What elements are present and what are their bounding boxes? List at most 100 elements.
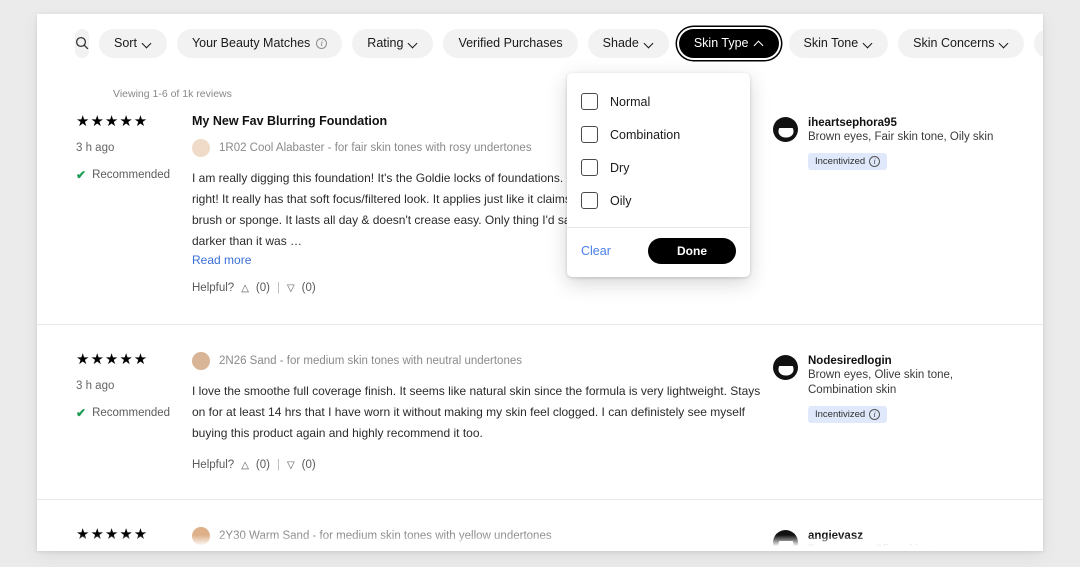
- shade-swatch: [192, 139, 210, 157]
- option-label: Oily: [610, 193, 632, 208]
- thumb-down-icon[interactable]: ▽: [287, 460, 295, 471]
- reviewer-row: Nodesiredlogin Brown eyes, Olive skin ton…: [773, 355, 1002, 423]
- checkbox-icon[interactable]: [581, 159, 598, 176]
- rating-filter[interactable]: Rating: [352, 28, 434, 58]
- verified-purchases-filter-label: Verified Purchases: [458, 35, 563, 50]
- avatar: [773, 530, 798, 551]
- review-body-column: 2Y30 Warm Sand - for medium skin tones w…: [192, 522, 772, 551]
- review-time: 3 h ago: [76, 379, 115, 392]
- reviewer-text: Nodesiredlogin Brown eyes, Olive skin ton…: [808, 355, 1002, 423]
- shade-filter[interactable]: Shade: [587, 28, 669, 58]
- option-label: Combination: [610, 127, 681, 142]
- info-icon[interactable]: i: [869, 409, 881, 420]
- skin-type-dropdown: Normal Combination Dry Oily Clear Done: [567, 73, 750, 277]
- avatar: [773, 355, 798, 380]
- search-icon: [75, 36, 89, 50]
- review-item: ★★★★★4 h ago✔Recommended 2Y30 Warm Sand -…: [37, 499, 1043, 551]
- shade-swatch: [192, 352, 210, 370]
- review-meta: ★★★★★ 3 h ago ✔ Recommended: [37, 347, 192, 471]
- review-item: ★★★★★ 3 h ago ✔ Recommended My New Fav Blurr…: [37, 102, 1043, 324]
- incentivized-label: Incentivized: [815, 409, 866, 420]
- check-icon: ✔: [76, 405, 87, 420]
- review-time: 3 h ago: [76, 141, 115, 154]
- skin-type-option-oily[interactable]: Oily: [567, 184, 750, 217]
- incentivized-label: Incentivized: [815, 156, 866, 167]
- reviewer-info: Nodesiredlogin Brown eyes, Olive skin ton…: [772, 347, 1002, 471]
- skin-concerns-filter-label: Skin Concerns: [913, 35, 995, 50]
- reviews-list: ★★★★★ 3 h ago ✔ Recommended My New Fav Blurr…: [37, 102, 1043, 551]
- thumb-up-icon[interactable]: △: [241, 283, 249, 294]
- done-button[interactable]: Done: [648, 238, 736, 264]
- age-range-filter[interactable]: Age Range: [1034, 28, 1043, 58]
- search-filter[interactable]: [75, 28, 89, 58]
- helpful-row: Helpful? △ (0) | ▽ (0): [192, 282, 772, 294]
- info-icon[interactable]: i: [869, 156, 881, 167]
- reviewer-row: angievasz Brown eyes, Olive skin tone, Co…: [773, 530, 1002, 551]
- checkbox-icon[interactable]: [581, 192, 598, 209]
- dropdown-footer: Clear Done: [567, 227, 750, 277]
- review-meta: ★★★★★ 3 h ago ✔ Recommended: [37, 109, 192, 294]
- thumb-up-icon[interactable]: △: [241, 460, 249, 471]
- reviewer-attributes: Brown eyes, Fair skin tone, Oily skin: [808, 131, 994, 143]
- review-body-column: 2N26 Sand - for medium skin tones with n…: [192, 347, 772, 471]
- chevron-down-icon: [1000, 39, 1009, 48]
- chevron-down-icon: [864, 39, 873, 48]
- check-icon: ✔: [76, 167, 87, 182]
- shade-name: 2Y30 Warm Sand - for medium skin tones w…: [219, 530, 552, 542]
- skin-type-option-normal[interactable]: Normal: [567, 85, 750, 118]
- reviewer-name[interactable]: angievasz: [808, 530, 1002, 542]
- beauty-matches-filter-label: Your Beauty Matches: [191, 35, 311, 50]
- skin-type-filter[interactable]: Skin Type: [678, 28, 779, 58]
- helpful-up-count: (0): [255, 459, 270, 471]
- reviewer-name[interactable]: Nodesiredlogin: [808, 355, 1002, 367]
- helpful-label: Helpful?: [192, 459, 235, 471]
- thumb-down-icon[interactable]: ▽: [287, 283, 295, 294]
- divider: |: [276, 459, 280, 471]
- helpful-label: Helpful?: [192, 282, 235, 294]
- helpful-down-count: (0): [301, 459, 316, 471]
- star-rating: ★★★★★: [76, 113, 149, 130]
- checkbox-icon[interactable]: [581, 93, 598, 110]
- star-rating: ★★★★★: [76, 526, 149, 543]
- star-rating: ★★★★★: [76, 351, 149, 368]
- skin-concerns-filter[interactable]: Skin Concerns: [898, 28, 1025, 58]
- chevron-down-icon: [409, 39, 418, 48]
- incentivized-badge: Incentivized i: [808, 406, 888, 423]
- review-text: I love the smoothe full coverage finish.…: [192, 384, 761, 440]
- recommended-label: ✔ Recommended: [76, 167, 171, 182]
- reviewer-text: angievasz Brown eyes, Olive skin tone, Co…: [808, 530, 1002, 551]
- helpful-row: Helpful? △ (0) | ▽ (0): [192, 459, 772, 471]
- skin-tone-filter-label: Skin Tone: [803, 35, 859, 50]
- clear-button[interactable]: Clear: [581, 244, 611, 258]
- reviewer-info: iheartsephora95 Brown eyes, Fair skin ton…: [772, 109, 1002, 294]
- shade-row: 2Y30 Warm Sand - for medium skin tones w…: [192, 527, 772, 545]
- skin-type-filter-label: Skin Type: [693, 35, 749, 50]
- checkbox-icon[interactable]: [581, 126, 598, 143]
- filter-bar: Sort Your Beauty Matches i Rating Verified P…: [37, 14, 1043, 72]
- skin-type-option-combination[interactable]: Combination: [567, 118, 750, 151]
- shade-filter-label: Shade: [602, 35, 639, 50]
- shade-name: 1R02 Cool Alabaster - for fair skin tone…: [219, 142, 532, 154]
- recommended-label: ✔ Recommended: [76, 405, 171, 420]
- skin-type-option-dry[interactable]: Dry: [567, 151, 750, 184]
- incentivized-badge: Incentivized i: [808, 153, 888, 170]
- reviewer-text: iheartsephora95 Brown eyes, Fair skin ton…: [808, 117, 993, 170]
- reviewer-attributes: Brown eyes, Olive skin tone, Combination…: [808, 544, 954, 551]
- verified-purchases-filter[interactable]: Verified Purchases: [443, 28, 578, 58]
- beauty-matches-filter[interactable]: Your Beauty Matches i: [176, 28, 343, 58]
- sort-filter[interactable]: Sort: [99, 28, 167, 58]
- rating-filter-label: Rating: [367, 35, 404, 50]
- reviews-card: Sort Your Beauty Matches i Rating Verified P…: [37, 14, 1043, 551]
- reviewer-name[interactable]: iheartsephora95: [808, 117, 993, 129]
- divider: |: [276, 282, 280, 294]
- shade-swatch: [192, 527, 210, 545]
- skin-tone-filter[interactable]: Skin Tone: [788, 28, 889, 58]
- review-meta: ★★★★★4 h ago✔Recommended: [37, 522, 192, 551]
- helpful-up-count: (0): [255, 282, 270, 294]
- info-icon[interactable]: i: [316, 37, 328, 49]
- option-label: Dry: [610, 160, 630, 175]
- viewing-count: Viewing 1-6 of 1k reviews: [113, 88, 232, 100]
- avatar: [773, 117, 798, 142]
- shade-name: 2N26 Sand - for medium skin tones with n…: [219, 355, 522, 367]
- shade-row: 2N26 Sand - for medium skin tones with n…: [192, 352, 772, 370]
